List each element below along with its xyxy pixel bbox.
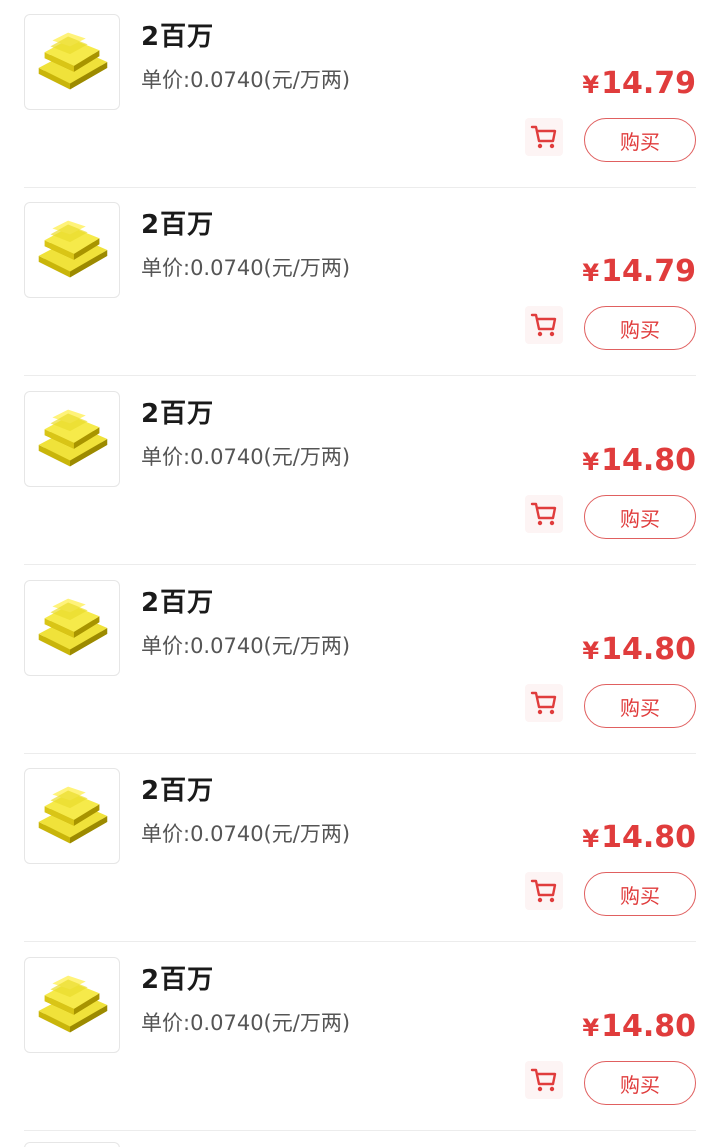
- item-title: 2百万: [141, 210, 215, 240]
- gold-bars-icon[interactable]: [24, 580, 120, 676]
- unit-price: 单价:0.0740(元/万两): [141, 445, 351, 469]
- price-value: 14.80: [601, 632, 696, 667]
- item-title: 2百万: [141, 399, 215, 429]
- buy-button[interactable]: 购买: [584, 684, 696, 728]
- item-title: 2百万: [141, 588, 215, 618]
- gold-bars-icon[interactable]: [24, 14, 120, 110]
- price: ¥14.80: [582, 632, 696, 667]
- currency-symbol: ¥: [582, 448, 600, 476]
- buy-button[interactable]: 购买: [584, 872, 696, 916]
- unit-price: 单价:0.0740(元/万两): [141, 822, 351, 846]
- price: ¥14.79: [582, 66, 696, 101]
- currency-symbol: ¥: [582, 259, 600, 287]
- divider: [24, 564, 696, 565]
- cart-icon: [529, 122, 559, 152]
- price-value: 14.80: [601, 443, 696, 478]
- currency-symbol: ¥: [582, 637, 600, 665]
- unit-price: 单价:0.0740(元/万两): [141, 634, 351, 658]
- gold-bars-icon[interactable]: [24, 957, 120, 1053]
- price: ¥14.80: [582, 443, 696, 478]
- price-value: 14.80: [601, 1009, 696, 1044]
- cart-icon: [529, 1065, 559, 1095]
- cart-icon: [529, 310, 559, 340]
- item-title: 2百万: [141, 965, 215, 995]
- list-item[interactable]: 2百万 单价:0.0740(元/万两) ¥14.80 购买: [0, 566, 720, 754]
- unit-price: 单价:0.0740(元/万两): [141, 256, 351, 280]
- list-item[interactable]: 2百万 单价:0.0740(元/万两) ¥14.80 购买: [0, 754, 720, 942]
- buy-button[interactable]: 购买: [584, 495, 696, 539]
- price-value: 14.79: [601, 254, 696, 289]
- gold-bars-icon[interactable]: [24, 768, 120, 864]
- cart-icon: [529, 876, 559, 906]
- price-value: 14.79: [601, 66, 696, 101]
- divider: [24, 941, 696, 942]
- price: ¥14.80: [582, 820, 696, 855]
- list-item[interactable]: 2百万 单价:0.0740(元/万两) ¥14.79 购买: [0, 0, 720, 188]
- buy-button[interactable]: 购买: [584, 1061, 696, 1105]
- product-list: 2百万 单价:0.0740(元/万两) ¥14.79 购买 2百万 单价:0.0…: [0, 0, 720, 1147]
- add-to-cart-button[interactable]: [525, 495, 563, 533]
- add-to-cart-button[interactable]: [525, 306, 563, 344]
- price: ¥14.79: [582, 254, 696, 289]
- list-item[interactable]: 2百万 单价:0.0740(元/万两) ¥14.80 购买: [0, 377, 720, 565]
- currency-symbol: ¥: [582, 825, 600, 853]
- divider: [24, 375, 696, 376]
- unit-price: 单价:0.0740(元/万两): [141, 1011, 351, 1035]
- gold-bars-icon[interactable]: [24, 391, 120, 487]
- buy-button[interactable]: 购买: [584, 306, 696, 350]
- list-item[interactable]: 2百万 单价:0.0740(元/万两) ¥14.80 购买: [0, 943, 720, 1131]
- next-item-thumbnail: [24, 1142, 120, 1147]
- add-to-cart-button[interactable]: [525, 684, 563, 722]
- list-item[interactable]: 2百万 单价:0.0740(元/万两) ¥14.79 购买: [0, 188, 720, 376]
- price: ¥14.80: [582, 1009, 696, 1044]
- divider: [24, 1130, 696, 1131]
- unit-price: 单价:0.0740(元/万两): [141, 68, 351, 92]
- price-value: 14.80: [601, 820, 696, 855]
- buy-button[interactable]: 购买: [584, 118, 696, 162]
- add-to-cart-button[interactable]: [525, 118, 563, 156]
- currency-symbol: ¥: [582, 71, 600, 99]
- gold-bars-icon[interactable]: [24, 202, 120, 298]
- add-to-cart-button[interactable]: [525, 872, 563, 910]
- item-title: 2百万: [141, 22, 215, 52]
- item-title: 2百万: [141, 776, 215, 806]
- cart-icon: [529, 688, 559, 718]
- add-to-cart-button[interactable]: [525, 1061, 563, 1099]
- currency-symbol: ¥: [582, 1014, 600, 1042]
- cart-icon: [529, 499, 559, 529]
